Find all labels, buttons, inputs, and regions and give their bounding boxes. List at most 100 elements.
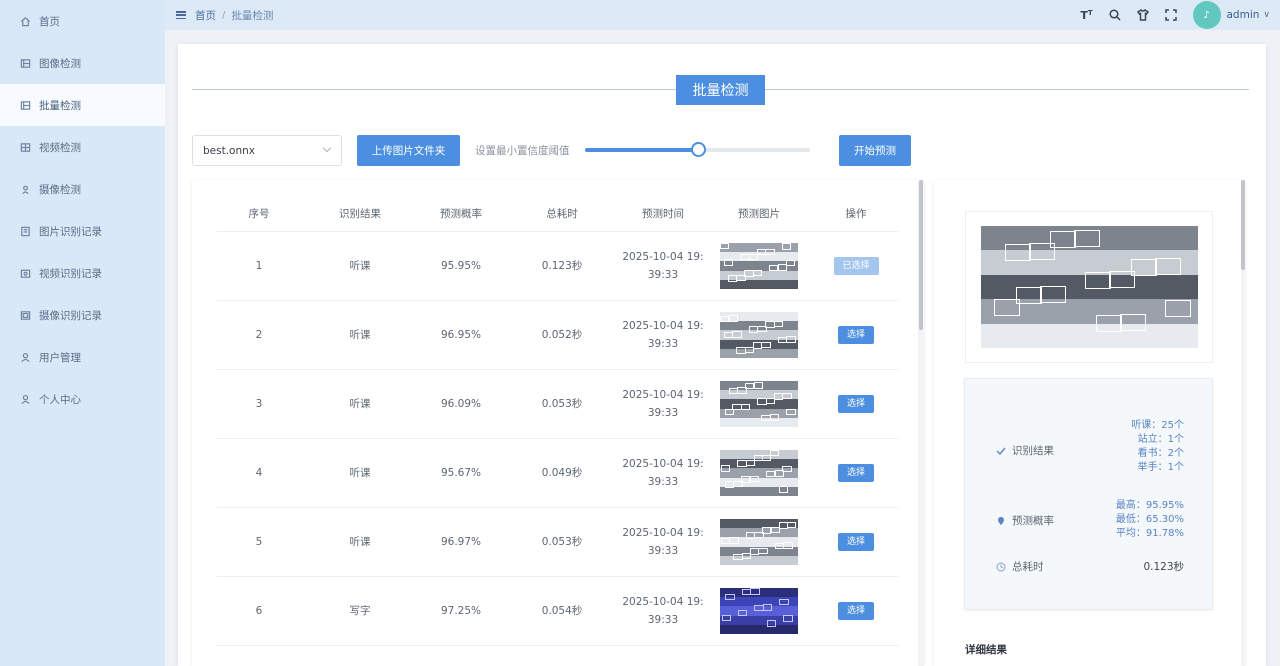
font-size-icon[interactable]: TT bbox=[1073, 9, 1101, 22]
fullscreen-icon[interactable] bbox=[1157, 9, 1185, 21]
check-icon bbox=[996, 447, 1006, 455]
user-icon bbox=[19, 351, 31, 363]
select-button[interactable]: 选择 bbox=[838, 395, 874, 413]
avatar[interactable]: ♪ bbox=[1192, 1, 1221, 29]
sidebar-item-4[interactable]: 视频检测 bbox=[0, 126, 165, 168]
home-icon bbox=[19, 15, 31, 27]
sidebar-item-label: 图片识别记录 bbox=[39, 225, 102, 238]
prediction-thumbnail[interactable] bbox=[720, 312, 798, 358]
sidebar-item-label: 个人中心 bbox=[39, 393, 81, 406]
menu-toggle-icon[interactable] bbox=[176, 11, 186, 19]
row-result: 听课 bbox=[349, 329, 371, 341]
results-table: 序号 识别结果 预测概率 总耗时 预测时间 预测图片 操作 1 听课 95.95% 0.123秒 2… bbox=[192, 180, 924, 666]
row-duration: 0.054秒 bbox=[541, 605, 583, 617]
row-duration: 0.123秒 bbox=[541, 260, 583, 272]
row-datetime: 2025-10-04 19: 39:33 bbox=[621, 248, 705, 284]
prediction-thumbnail[interactable] bbox=[720, 243, 798, 289]
sidebar-item-label: 用户管理 bbox=[39, 351, 81, 364]
prediction-thumbnail[interactable] bbox=[720, 381, 798, 427]
row-duration: 0.052秒 bbox=[541, 329, 583, 341]
row-action-cell: 选择 bbox=[813, 326, 899, 344]
row-probability: 95.67% bbox=[440, 467, 482, 479]
row-index: 5 bbox=[255, 536, 263, 548]
result-value-line: 举手：1个 bbox=[1137, 462, 1184, 473]
sidebar-item-label: 图像检测 bbox=[39, 57, 81, 70]
upload-folder-button[interactable]: 上传图片文件夹 bbox=[357, 135, 460, 166]
row-action-cell: 选择 bbox=[813, 533, 899, 551]
video-record-icon bbox=[19, 267, 31, 279]
row-image-cell bbox=[705, 312, 813, 358]
result-label: 识别结果 bbox=[996, 443, 1054, 458]
row-datetime: 2025-10-04 19: 39:33 bbox=[621, 386, 705, 422]
search-icon[interactable] bbox=[1101, 9, 1129, 21]
sidebar-item-3[interactable]: 批量检测 bbox=[0, 84, 165, 126]
sidebar-item-7[interactable]: 视频识别记录 bbox=[0, 252, 165, 294]
threshold-slider[interactable] bbox=[585, 142, 810, 157]
table-row: 3 听课 96.09% 0.053秒 2025-10-04 19: 39:33 选择 bbox=[217, 370, 899, 439]
prob-value-line: 最高：95.95% bbox=[1115, 500, 1184, 511]
table-header: 序号 识别结果 预测概率 总耗时 预测时间 预测图片 操作 bbox=[217, 196, 899, 232]
prob-label: 预测概率 bbox=[996, 513, 1054, 528]
prob-value-line: 最低：65.30% bbox=[1115, 514, 1184, 525]
row-duration: 0.053秒 bbox=[541, 536, 583, 548]
select-button[interactable]: 选择 bbox=[838, 602, 874, 620]
sidebar-item-5[interactable]: 摄像检测 bbox=[0, 168, 165, 210]
sidebar-item-label: 视频检测 bbox=[39, 141, 81, 154]
user-name[interactable]: admin bbox=[1227, 9, 1260, 21]
slider-handle[interactable] bbox=[690, 142, 706, 157]
sidebar-item-6[interactable]: 图片识别记录 bbox=[0, 210, 165, 252]
table-scrollbar[interactable] bbox=[918, 180, 924, 666]
sidebar: 首页图像检测批量检测视频检测摄像检测图片识别记录视频识别记录 摄像识别记录用户管理… bbox=[0, 0, 165, 666]
camera-icon bbox=[19, 183, 31, 195]
shirt-icon[interactable] bbox=[1129, 9, 1157, 21]
select-button[interactable]: 选择 bbox=[838, 533, 874, 551]
sidebar-item-9[interactable]: 用户管理 bbox=[0, 336, 165, 378]
column-header: 序号 bbox=[248, 208, 270, 220]
row-action-cell: 选择 bbox=[813, 464, 899, 482]
select-button[interactable]: 选择 bbox=[838, 464, 874, 482]
row-index: 6 bbox=[255, 605, 263, 617]
row-time: 39:33 bbox=[647, 476, 679, 488]
row-date: 2025-10-04 19: bbox=[622, 458, 704, 470]
image-icon bbox=[19, 99, 31, 111]
header-tools: TT ♪ admin ∨ bbox=[1073, 0, 1270, 30]
video-icon bbox=[19, 141, 31, 153]
row-datetime: 2025-10-04 19: 39:33 bbox=[621, 455, 705, 491]
row-probability: 97.25% bbox=[440, 605, 482, 617]
row-time: 39:33 bbox=[647, 614, 679, 626]
breadcrumb-home[interactable]: 首页 bbox=[195, 8, 216, 23]
sidebar-item-1[interactable]: 首页 bbox=[0, 0, 165, 42]
row-time: 39:33 bbox=[647, 545, 679, 557]
prediction-thumbnail[interactable] bbox=[720, 588, 798, 634]
chevron-down-icon[interactable]: ∨ bbox=[1263, 10, 1270, 20]
table-row: 1 听课 95.95% 0.123秒 2025-10-04 19: 39:33 已选择 bbox=[217, 232, 899, 301]
breadcrumb-current: 批量检测 bbox=[231, 9, 274, 22]
result-label-text: 识别结果 bbox=[1012, 445, 1054, 457]
prediction-thumbnail[interactable] bbox=[720, 519, 798, 565]
location-pin-icon bbox=[998, 516, 1004, 525]
detail-scrollbar[interactable] bbox=[1241, 180, 1245, 666]
stat-result: 识别结果 听课：25个 站立：1个 看书：2个 举手：1个 bbox=[965, 415, 1214, 485]
column-header: 预测时间 bbox=[642, 208, 684, 220]
row-image-cell bbox=[705, 588, 813, 634]
prediction-thumbnail[interactable] bbox=[720, 450, 798, 496]
time-label: 总耗时 bbox=[996, 559, 1044, 574]
sidebar-item-8[interactable]: 摄像识别记录 bbox=[0, 294, 165, 336]
sidebar-item-2[interactable]: 图像检测 bbox=[0, 42, 165, 84]
column-header: 预测图片 bbox=[738, 208, 780, 220]
model-select[interactable]: best.onnx bbox=[192, 135, 342, 166]
row-date: 2025-10-04 19: bbox=[622, 596, 704, 608]
slider-fill bbox=[585, 148, 698, 152]
row-probability: 96.09% bbox=[440, 398, 482, 410]
select-button[interactable]: 选择 bbox=[838, 326, 874, 344]
row-duration: 0.049秒 bbox=[541, 467, 583, 479]
detail-panel: 识别结果 听课：25个 站立：1个 看书：2个 举手：1个 预测概率 最高：95.95… bbox=[934, 180, 1245, 666]
breadcrumb-separator: / bbox=[222, 9, 226, 21]
prob-label-text: 预测概率 bbox=[1012, 515, 1054, 527]
start-predict-button[interactable]: 开始预测 bbox=[839, 135, 911, 166]
sidebar-item-label: 摄像检测 bbox=[39, 183, 81, 196]
selected-button[interactable]: 已选择 bbox=[833, 257, 879, 275]
sidebar-item-10[interactable]: 个人中心 bbox=[0, 378, 165, 420]
row-datetime: 2025-10-04 19: 39:33 bbox=[621, 524, 705, 560]
time-value: 0.123秒 bbox=[1143, 561, 1184, 573]
